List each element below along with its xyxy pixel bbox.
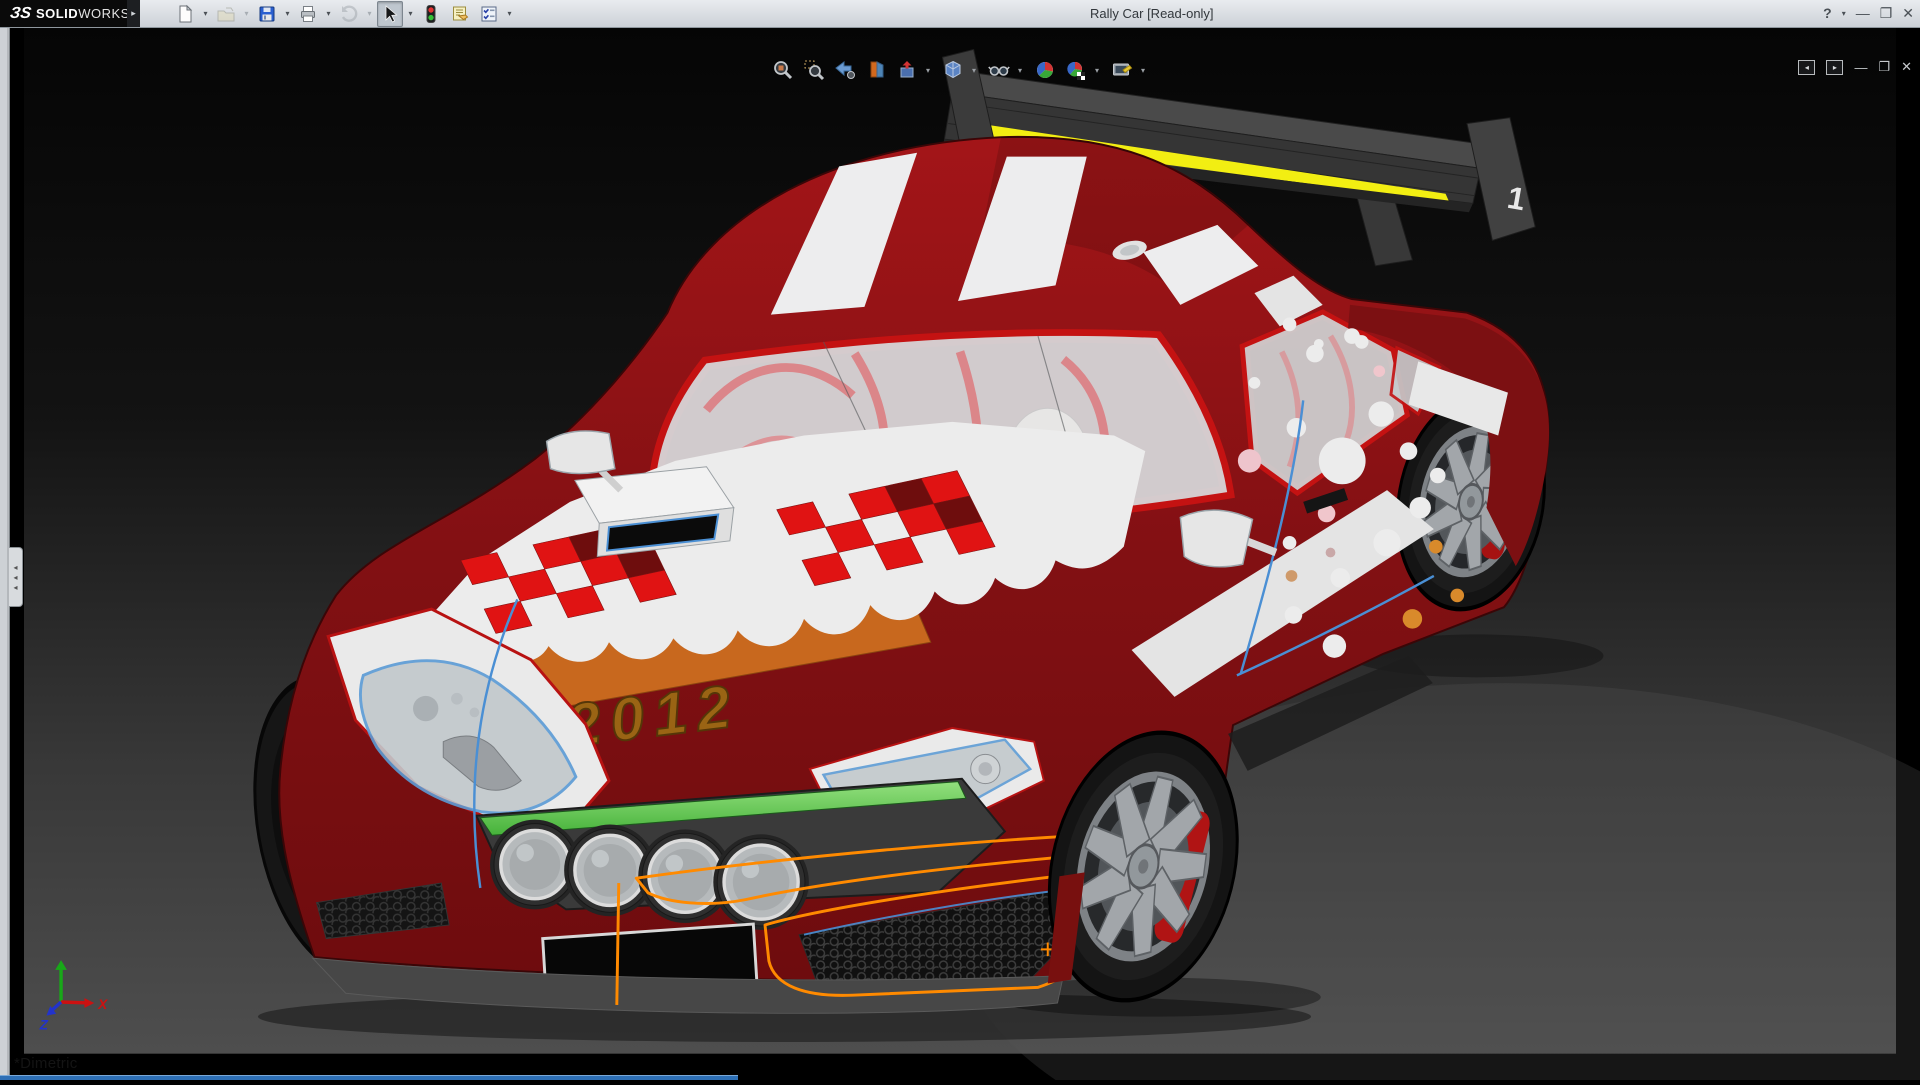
doc-minimize-button[interactable]: — (1854, 60, 1867, 75)
doc-restore-button[interactable]: ❐ (1878, 59, 1890, 75)
document-window-controls: ◂ ▸ — ❐ ✕ (1798, 59, 1912, 75)
open-document-dropdown: ▾ (242, 9, 251, 18)
zoom-to-fit-icon (772, 59, 794, 81)
view-orientation-button[interactable] (895, 58, 919, 82)
new-document-icon (175, 4, 195, 24)
view-orientation-label: *Dimetric (14, 1055, 78, 1072)
edit-appearance-button[interactable] (1033, 58, 1057, 82)
previous-view-button[interactable] (833, 58, 857, 82)
display-style-dropdown[interactable]: ▾ (972, 66, 980, 75)
view-settings-icon (1111, 59, 1133, 81)
save-icon (257, 4, 277, 24)
undo-dropdown: ▾ (365, 9, 374, 18)
print-icon (298, 4, 318, 24)
zoom-to-fit-button[interactable] (771, 58, 795, 82)
headsup-view-toolbar: ▾ ▾ ▾ ▾ ▾ (771, 58, 1149, 82)
minimize-button[interactable]: — (1856, 0, 1870, 27)
zoom-to-area-icon (803, 59, 825, 81)
section-view-icon (865, 59, 887, 81)
featuremanager-expand-tab[interactable]: ◂ ◂ ◂ (9, 547, 23, 607)
display-style-icon (942, 59, 964, 81)
section-view-button[interactable] (864, 58, 888, 82)
apply-scene-button[interactable] (1064, 58, 1088, 82)
restore-button[interactable]: ❐ (1880, 0, 1893, 27)
help-button[interactable]: ? (1823, 0, 1832, 27)
title-bar: ЗS SOLIDWORKS ▸ ▾ ▾ ▾ ▾ ▾ ▾ ▾ Rally (0, 0, 1920, 28)
hood-scoop[interactable] (575, 467, 734, 557)
collapse-left-pane-button[interactable]: ◂ (1798, 60, 1815, 75)
options-button[interactable] (476, 1, 502, 27)
hide-show-items-dropdown[interactable]: ▾ (1018, 66, 1026, 75)
undo-icon (339, 4, 359, 24)
options-icon (479, 4, 499, 24)
select-cursor-icon (380, 4, 400, 24)
solidworks-logo-light: WORKS (78, 6, 130, 21)
model-canvas[interactable]: 1 2012 (0, 27, 1920, 1080)
save-button[interactable] (254, 1, 280, 27)
open-document-button[interactable] (213, 1, 239, 27)
hide-show-items-button[interactable] (987, 58, 1011, 82)
solidworks-logo-bold: SOLID (36, 6, 78, 21)
view-orientation-dropdown[interactable]: ▾ (926, 66, 934, 75)
print-dropdown[interactable]: ▾ (324, 9, 333, 18)
bottom-window-edge (0, 1075, 738, 1080)
view-settings-button[interactable] (1110, 58, 1134, 82)
previous-view-icon (834, 59, 856, 81)
help-dropdown[interactable]: ▾ (1842, 0, 1846, 27)
hide-show-items-icon (988, 59, 1010, 81)
open-document-icon (216, 4, 236, 24)
triad-z-label: Z (39, 1017, 49, 1032)
menu-expand-arrow[interactable]: ▸ (127, 0, 140, 27)
graphics-viewport[interactable]: 1 2012 (0, 27, 1920, 1080)
rebuild-stoplight-icon (421, 4, 441, 24)
select-tool-button[interactable] (377, 1, 403, 27)
collapse-right-pane-button[interactable]: ▸ (1826, 60, 1843, 75)
new-document-dropdown[interactable]: ▾ (201, 9, 210, 18)
apply-scene-icon (1065, 59, 1087, 81)
solidworks-logo: ЗS SOLIDWORKS (0, 0, 127, 27)
triad-x-label: X (97, 997, 108, 1012)
file-properties-icon (450, 4, 470, 24)
undo-button[interactable] (336, 1, 362, 27)
select-tool-dropdown[interactable]: ▾ (406, 9, 415, 18)
doc-close-button[interactable]: ✕ (1901, 59, 1912, 75)
rebuild-button[interactable] (418, 1, 444, 27)
options-dropdown[interactable]: ▾ (505, 9, 514, 18)
view-settings-dropdown[interactable]: ▾ (1141, 66, 1149, 75)
apply-scene-dropdown[interactable]: ▾ (1095, 66, 1103, 75)
new-document-button[interactable] (172, 1, 198, 27)
file-properties-button[interactable] (447, 1, 473, 27)
zoom-to-area-button[interactable] (802, 58, 826, 82)
edit-appearance-icon (1034, 59, 1056, 81)
display-style-button[interactable] (941, 58, 965, 82)
view-orientation-icon (896, 59, 918, 81)
close-button[interactable]: ✕ (1902, 0, 1914, 27)
solidworks-logo-glyph: ЗS (9, 5, 32, 23)
save-dropdown[interactable]: ▾ (283, 9, 292, 18)
window-title: Rally Car [Read-only] (1090, 6, 1214, 21)
print-button[interactable] (295, 1, 321, 27)
